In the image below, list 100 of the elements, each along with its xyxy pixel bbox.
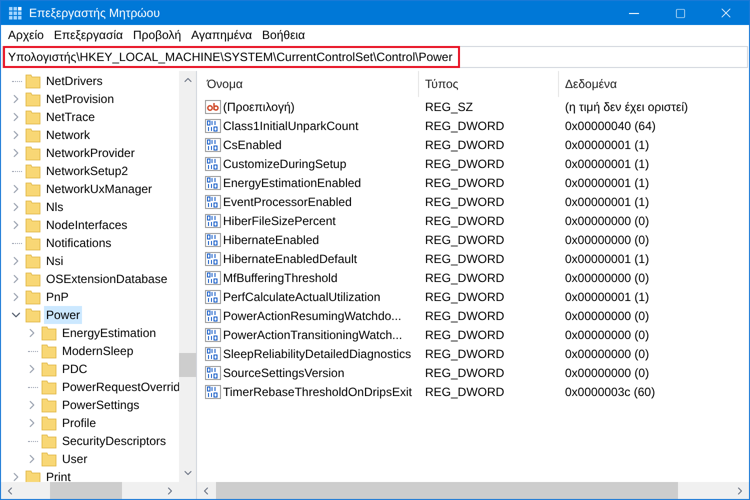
binary-value-icon	[205, 270, 221, 286]
tree-item[interactable]: NetProvision	[44, 90, 116, 108]
tree-item[interactable]: Power	[44, 306, 82, 324]
value-data: (η τιμή δεν έχει οριστεί)	[564, 98, 690, 116]
folder-icon	[25, 181, 41, 197]
value-type: REG_DWORD	[424, 346, 506, 362]
tree-item[interactable]: NetDrivers	[44, 72, 105, 90]
value-name[interactable]: SourceSettingsVersion	[223, 364, 344, 382]
value-name[interactable]: PerfCalculateActualUtilization	[223, 288, 380, 306]
tree-item[interactable]: Nsi	[44, 252, 66, 270]
value-name[interactable]: MfBufferingThreshold	[223, 268, 338, 286]
menu-item[interactable]: Προβολή	[128, 26, 186, 44]
binary-value-icon	[205, 288, 221, 304]
folder-icon	[25, 217, 41, 233]
folder-icon	[25, 289, 41, 305]
folder-icon	[25, 127, 41, 143]
tree-item[interactable]: NodeInterfaces	[44, 216, 130, 234]
tree-item[interactable]: Print	[44, 468, 73, 482]
value-name[interactable]: CustomizeDuringSetup	[223, 154, 346, 172]
folder-icon	[41, 397, 57, 413]
value-type: REG_DWORD	[424, 118, 506, 134]
tree-item[interactable]: Notifications	[44, 234, 114, 252]
tree-item[interactable]: Network	[44, 126, 92, 144]
value-name[interactable]: HiberFileSizePercent	[223, 212, 336, 230]
tree-item[interactable]: NetworkUxManager	[44, 180, 154, 198]
folder-icon	[41, 433, 57, 449]
address-field[interactable]: Υπολογιστής\HKEY_LOCAL_MACHINE\SYSTEM\CurrentControlSet\Control\Power	[2, 46, 748, 68]
tree-item[interactable]: Profile	[60, 414, 98, 432]
folder-icon	[25, 73, 41, 89]
value-type: REG_DWORD	[424, 326, 506, 344]
binary-value-icon	[205, 232, 221, 248]
binary-value-icon	[205, 118, 221, 134]
column-header[interactable]: Τύπος	[419, 71, 559, 97]
value-name[interactable]: HibernateEnabledDefault	[223, 250, 358, 268]
menu-item[interactable]: Επεξεργασία	[48, 26, 128, 44]
value-name[interactable]: Class1InitialUnparkCount	[223, 116, 358, 134]
menu-item[interactable]: Αρχείο	[3, 26, 49, 44]
value-name[interactable]: SleepReliabilityDetailedDiagnostics	[223, 344, 412, 362]
registry-app-icon	[7, 5, 23, 21]
value-type: REG_DWORD	[424, 174, 506, 192]
tree-connector	[12, 80, 22, 82]
tree-item[interactable]: PowerRequestOverrid	[60, 378, 179, 396]
value-name[interactable]: HibernateEnabled	[223, 230, 320, 248]
scrollbar-thumb[interactable]	[216, 482, 678, 499]
value-data: 0x00000001 (1)	[564, 250, 650, 268]
column-header[interactable]: Δεδομένα	[559, 71, 749, 97]
tree-item[interactable]: PnP	[44, 288, 71, 306]
tree-item[interactable]: NetTrace	[44, 108, 97, 126]
value-data: 0x00000000 (0)	[564, 364, 650, 382]
tree-item[interactable]: Nls	[44, 198, 66, 216]
value-data: 0x00000000 (0)	[564, 308, 650, 324]
value-type: REG_DWORD	[424, 194, 506, 210]
value-name[interactable]: PowerActionResumingWatchdo...	[223, 306, 402, 324]
maximize-icon	[674, 8, 686, 18]
tree-item[interactable]: SecurityDescriptors	[60, 432, 168, 450]
folder-icon	[41, 361, 57, 377]
value-type: REG_DWORD	[424, 232, 506, 248]
value-name[interactable]: EnergyEstimationEnabled	[223, 174, 362, 192]
window-title: Επεξεργαστής Μητρώου	[29, 5, 161, 22]
scrollbar-thumb[interactable]	[179, 353, 196, 377]
tree-item[interactable]: User	[60, 450, 90, 468]
scrollbar-thumb[interactable]	[50, 482, 122, 499]
value-data: 0x00000000 (0)	[564, 326, 650, 344]
value-type: REG_DWORD	[424, 364, 506, 382]
value-type: REG_DWORD	[424, 384, 506, 400]
tree-item[interactable]: ModernSleep	[60, 342, 136, 360]
vertical-scrollbar[interactable]	[179, 71, 196, 482]
binary-value-icon	[205, 346, 221, 362]
value-name[interactable]: EventProcessorEnabled	[223, 192, 352, 210]
folder-icon	[25, 199, 41, 215]
value-data: 0x00000000 (0)	[564, 346, 650, 362]
value-data: 0x00000001 (1)	[564, 136, 650, 154]
value-name[interactable]: PowerActionTransitioningWatch...	[223, 326, 402, 344]
value-type: REG_DWORD	[424, 212, 506, 230]
tree-item[interactable]: OSExtensionDatabase	[44, 270, 170, 288]
value-data: 0x0000003c (60)	[564, 384, 656, 400]
folder-icon	[41, 379, 57, 395]
value-data: 0x00000040 (64)	[564, 118, 657, 134]
binary-value-icon	[205, 156, 221, 172]
folder-icon	[25, 235, 41, 251]
tree-item[interactable]: PDC	[60, 360, 90, 378]
folder-icon	[25, 271, 41, 287]
binary-value-icon	[205, 136, 221, 152]
value-name[interactable]: (Προεπιλογή)	[223, 98, 295, 116]
value-name[interactable]: TimerRebaseThresholdOnDripsExit	[223, 382, 412, 400]
tree-item[interactable]: EnergyEstimation	[60, 324, 158, 342]
horizontal-scrollbar[interactable]	[1, 482, 196, 499]
tree-item[interactable]: NetworkProvider	[44, 144, 137, 162]
column-header[interactable]: Όνομα	[201, 71, 419, 97]
value-data: 0x00000001 (1)	[564, 194, 650, 210]
value-data: 0x00000000 (0)	[564, 232, 650, 248]
string-value-icon	[205, 98, 221, 114]
tree-item[interactable]: NetworkSetup2	[44, 162, 130, 180]
binary-value-icon	[205, 384, 221, 400]
menu-item[interactable]: Βοήθεια	[257, 26, 310, 44]
tree-item[interactable]: PowerSettings	[60, 396, 142, 414]
value-name[interactable]: CsEnabled	[223, 136, 282, 154]
horizontal-scrollbar[interactable]	[197, 482, 749, 499]
tree-connector	[28, 440, 38, 442]
menu-item[interactable]: Αγαπημένα	[186, 26, 258, 44]
